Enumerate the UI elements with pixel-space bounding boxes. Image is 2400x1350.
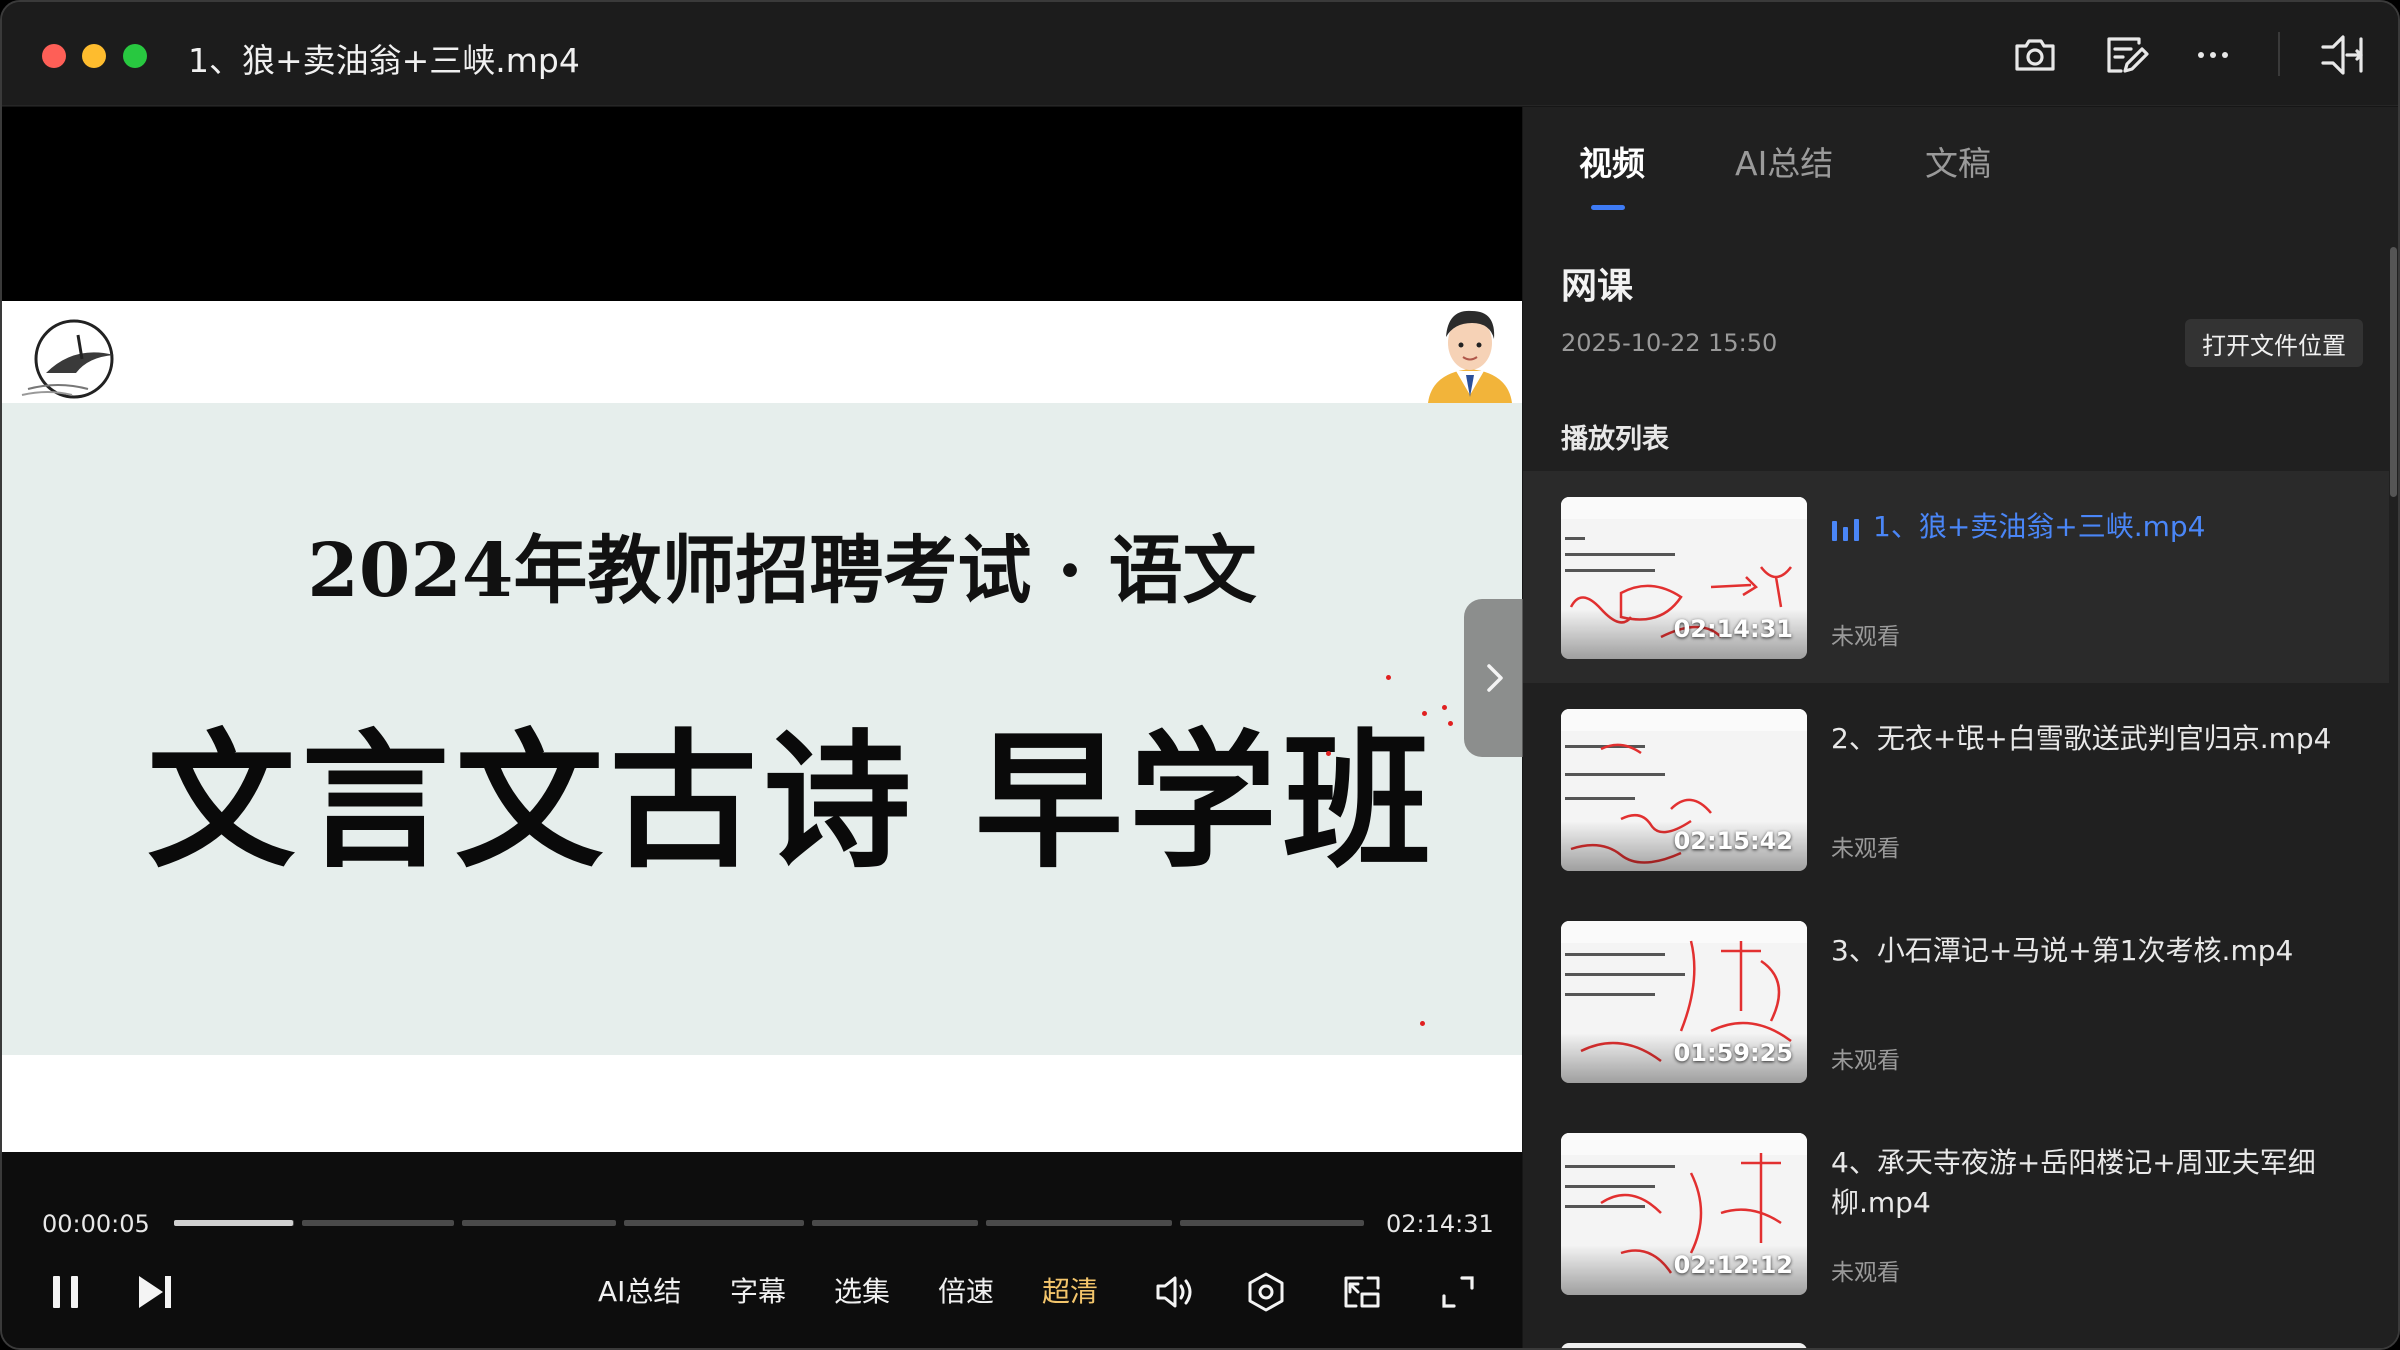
teacher-avatar [1428, 310, 1512, 403]
slide-main-title: 文言文古诗 早学班 [147, 714, 1437, 888]
annotation-dot [1422, 711, 1427, 716]
video-frame: 2024年教师招聘考试 · 语文 文言文古诗 早学班 [2, 301, 1522, 1157]
video-thumbnail: 02:15:42 [1561, 709, 1807, 871]
slide-subtitle: 2024年教师招聘考试 · 语文 [307, 528, 1257, 614]
progress-segment [986, 1220, 1172, 1226]
video-duration: 02:15:42 [1673, 827, 1793, 855]
playlist-item[interactable]: 02:14:31 1、狼+卖油翁+三峡.mp4 未观看 [1523, 471, 2389, 683]
next-icon [139, 1276, 171, 1308]
progress-segment [624, 1220, 804, 1226]
player-controls: 00:00:05 02:14:31 AI总结 字幕 选集 倍速 超清 [2, 1152, 1522, 1348]
tab-transcript[interactable]: 文稿 [1925, 137, 1991, 185]
progress-segment [812, 1220, 978, 1226]
playlist-item[interactable]: 01:59:25 3、小石潭记+马说+第1次考核.mp4 未观看 [1523, 895, 2389, 1107]
video-duration: 01:59:25 [1673, 1039, 1793, 1067]
pause-button[interactable] [42, 1262, 92, 1322]
fullscreen-icon [1442, 1276, 1474, 1308]
title-bar: 1、狼+卖油翁+三峡.mp4 [2, 2, 2398, 106]
progress-segment [302, 1220, 454, 1226]
pip-icon [1344, 1276, 1380, 1308]
episodes-button[interactable]: 选集 [834, 1270, 890, 1310]
progress-fill [174, 1220, 293, 1226]
maximize-window-button[interactable] [123, 44, 147, 68]
crane-logo-icon [21, 319, 114, 399]
video-duration: 02:14:31 [1673, 615, 1793, 643]
fullscreen-button[interactable] [1430, 1262, 1486, 1322]
annotation-dot [1448, 721, 1453, 726]
folder-date: 2025-10-22 15:50 [1561, 329, 1778, 357]
pin-window-icon[interactable] [2314, 28, 2368, 82]
video-thumbnail: 01:59:25 [1561, 921, 1807, 1083]
video-thumbnail: 02:14:31 [1561, 497, 1807, 659]
annotation-dot [1442, 705, 1447, 710]
video-thumbnail: 02:12:12 [1561, 1133, 1807, 1295]
window-title: 1、狼+卖油翁+三峡.mp4 [188, 41, 580, 80]
camera-icon[interactable] [2008, 28, 2062, 82]
progress-bar[interactable] [174, 1220, 1364, 1226]
watch-status: 未观看 [1831, 1260, 1900, 1286]
video-area[interactable]: 2024年教师招聘考试 · 语文 文言文古诗 早学班 [2, 107, 1524, 1157]
next-button[interactable] [130, 1262, 180, 1322]
annotation-dot [1326, 751, 1331, 756]
chevron-right-icon [1487, 664, 1503, 692]
volume-icon [1156, 1276, 1192, 1308]
annotation-dot [1420, 1021, 1425, 1026]
watch-status: 未观看 [1831, 836, 1900, 862]
pause-icon [53, 1276, 78, 1308]
side-panel: 视频 AI总结 文稿 网课 2025-10-22 15:50 打开文件位置 播放… [1523, 107, 2398, 1348]
panel-toggle-button[interactable] [1464, 599, 1524, 757]
pip-button[interactable] [1334, 1262, 1390, 1322]
video-title: 2、无衣+氓+白雪歌送武判官归京.mp4 [1831, 722, 2332, 755]
edit-note-icon[interactable] [2098, 28, 2152, 82]
volume-button[interactable] [1146, 1262, 1202, 1322]
panel-scrollbar[interactable] [2390, 247, 2397, 497]
close-window-button[interactable] [42, 44, 66, 68]
current-time: 00:00:05 [42, 1210, 150, 1238]
progress-segment [1180, 1220, 1364, 1226]
active-tab-indicator [1591, 205, 1625, 210]
quality-button[interactable]: 超清 [1042, 1270, 1098, 1310]
playlist-item[interactable]: 02:12:12 4、承天寺夜游+岳阳楼记+周亚夫军细柳.mp4 未观看 [1523, 1107, 2389, 1319]
playlist-title: 播放列表 [1561, 424, 1669, 455]
folder-title: 网课 [1561, 266, 1634, 307]
titlebar-divider [2278, 32, 2280, 76]
tab-ai-summary[interactable]: AI总结 [1735, 137, 1833, 185]
video-title: 3、小石潭记+马说+第1次考核.mp4 [1831, 934, 2294, 967]
video-title: 4、承天寺夜游+岳阳楼记+周亚夫军细柳.mp4 [1831, 1146, 2316, 1219]
ai-summary-button[interactable]: AI总结 [598, 1270, 681, 1310]
video-duration: 02:12:12 [1673, 1251, 1793, 1279]
next-thumbnail-peek [1561, 1343, 1807, 1348]
open-folder-button[interactable]: 打开文件位置 [2185, 319, 2363, 367]
speed-button[interactable]: 倍速 [938, 1270, 994, 1310]
player-window: 1、狼+卖油翁+三峡.mp4 2024年教师招聘考试 · 语文 文言文古诗 早学… [0, 0, 2400, 1350]
progress-segment [462, 1220, 616, 1226]
settings-icon [1248, 1272, 1284, 1312]
total-time: 02:14:31 [1386, 1210, 1494, 1238]
slide-header [2, 301, 1522, 403]
annotation-dot [1386, 675, 1391, 680]
tab-video[interactable]: 视频 [1579, 137, 1645, 185]
playlist-item[interactable]: 02:15:42 2、无衣+氓+白雪歌送武判官归京.mp4 未观看 [1523, 683, 2389, 895]
video-title: 1、狼+卖油翁+三峡.mp4 [1873, 510, 2206, 543]
watch-status: 未观看 [1831, 624, 1900, 650]
settings-button[interactable] [1238, 1262, 1294, 1322]
minimize-window-button[interactable] [82, 44, 106, 68]
subtitles-button[interactable]: 字幕 [730, 1270, 786, 1310]
more-icon[interactable] [2186, 28, 2240, 82]
watch-status: 未观看 [1831, 1048, 1900, 1074]
